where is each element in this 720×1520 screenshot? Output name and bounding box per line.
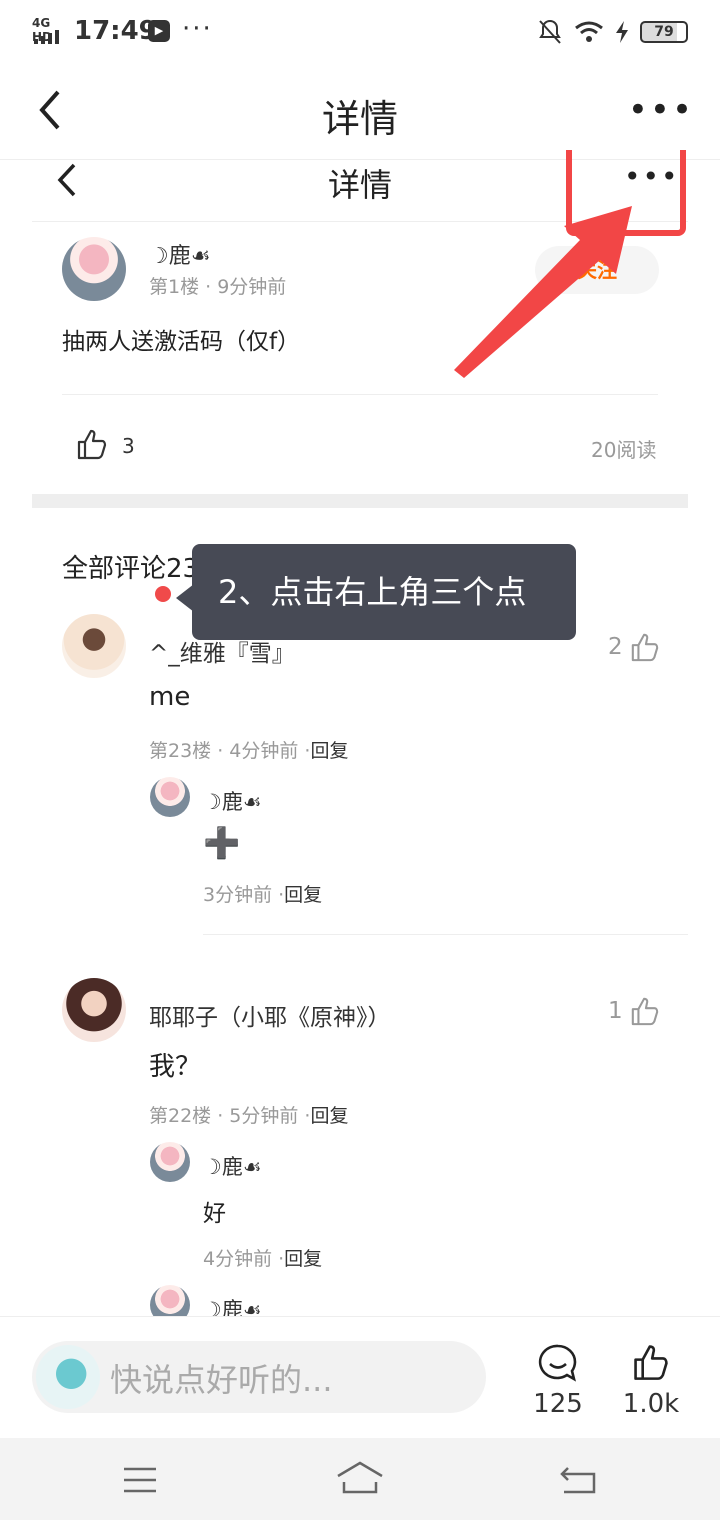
comment-like-count: 2 (608, 634, 623, 660)
battery-indicator: 79 (640, 21, 688, 43)
reply-meta-text: 4分钟前 · (203, 1248, 285, 1270)
reply-meta: 4分钟前 ·回复 (203, 1244, 322, 1271)
clock: 17:49 (74, 16, 157, 46)
post-like-count: 3 (122, 434, 135, 458)
reply-author[interactable]: ☽鹿☙ (203, 786, 262, 816)
comments-header: 全部评论23 (62, 554, 200, 584)
post-read-count: 20阅读 (591, 438, 657, 462)
status-bar: 4G HD 17:49 ▶ ··· 79 (0, 0, 720, 64)
reply-button[interactable]: 回复 (310, 1105, 348, 1127)
charging-icon (616, 21, 628, 43)
bottom-action-bar: 快说点好听的... 125 1.0k (0, 1316, 720, 1438)
comment-icon[interactable] (538, 1343, 578, 1383)
commenter-avatar[interactable] (62, 978, 126, 1042)
more-options-button[interactable]: ••• (628, 93, 694, 127)
section-divider (32, 494, 688, 508)
comment-content: me (149, 682, 191, 712)
user-avatar (36, 1345, 100, 1409)
comment-meta: 第22楼 · 5分钟前 ·回复 (149, 1101, 348, 1128)
comment-meta-text: 第23楼 · 4分钟前 · (149, 740, 311, 762)
divider (62, 394, 658, 395)
more-notifications-icon: ··· (182, 14, 213, 44)
thumbs-up-icon (631, 633, 659, 662)
comment-content: 我？ (149, 1052, 202, 1082)
page-title: 详情 (321, 97, 398, 141)
comment-count: 125 (533, 1389, 583, 1419)
reply-button[interactable]: 回复 (284, 884, 322, 906)
commenter-avatar[interactable] (62, 614, 126, 678)
like-count: 1.0k (622, 1389, 680, 1419)
home-icon[interactable] (336, 1460, 384, 1496)
post-like-button[interactable] (76, 428, 108, 460)
reply-content: ➕ (203, 826, 241, 861)
comment-like-button[interactable] (630, 632, 660, 662)
post-author[interactable]: ☽鹿☙ (149, 238, 210, 270)
instruction-tooltip: 2、点击右上角三个点 (192, 544, 576, 640)
reply-meta: 3分钟前 ·回复 (203, 880, 322, 907)
mute-bell-icon (539, 19, 561, 44)
signal-icon: 4G HD (32, 16, 66, 44)
like-icon[interactable] (632, 1343, 670, 1381)
pointer-arrow-icon (454, 206, 632, 378)
thumbs-up-icon (77, 429, 107, 460)
thumbs-up-icon (631, 997, 659, 1026)
top-nav-bar: 详情 ••• (0, 64, 720, 160)
comment-like-button[interactable] (630, 996, 660, 1026)
reply-avatar[interactable] (150, 777, 190, 817)
menu-icon[interactable] (122, 1466, 158, 1494)
post-meta: 第1楼 · 9分钟前 (149, 276, 287, 298)
video-icon: ▶ (148, 20, 170, 42)
reply-avatar[interactable] (150, 1142, 190, 1182)
divider (203, 934, 688, 935)
back-icon[interactable] (560, 1462, 598, 1496)
reply-button[interactable]: 回复 (284, 1248, 322, 1270)
author-avatar[interactable] (62, 237, 126, 301)
comment-input-placeholder: 快说点好听的... (110, 1361, 333, 1399)
indicator-dot (155, 586, 171, 602)
reply-meta-text: 3分钟前 · (203, 884, 285, 906)
system-navigation-bar (0, 1438, 720, 1520)
comment-meta-text: 第22楼 · 5分钟前 · (149, 1105, 311, 1127)
comment-input[interactable]: 快说点好听的... (32, 1341, 486, 1413)
post-content: 抽两人送激活码（仅f） (62, 329, 301, 355)
reply-content: 好 (203, 1201, 226, 1227)
comment-like-count: 1 (608, 998, 623, 1024)
reply-button[interactable]: 回复 (310, 740, 348, 762)
wifi-icon (575, 21, 603, 42)
commenter-name[interactable]: 耶耶子（小耶《原神》） (149, 998, 391, 1032)
comment-meta: 第23楼 · 4分钟前 ·回复 (149, 736, 348, 763)
reply-author[interactable]: ☽鹿☙ (203, 1151, 262, 1181)
